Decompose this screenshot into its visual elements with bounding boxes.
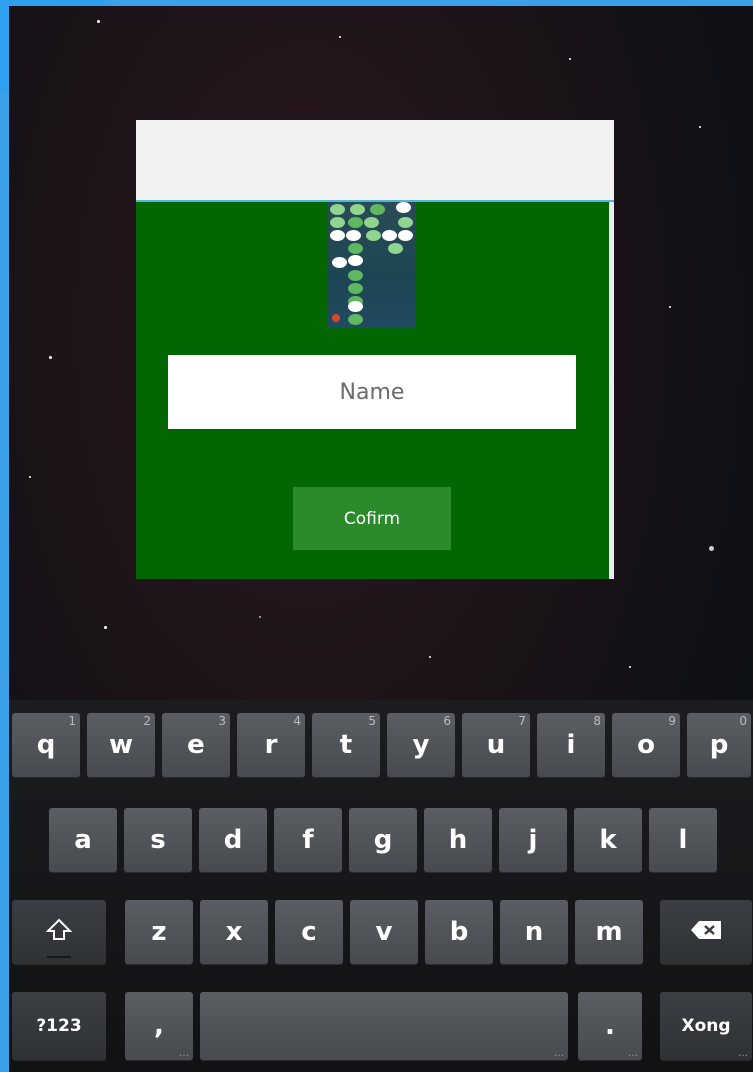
key-k[interactable]: k xyxy=(574,808,642,872)
key-j[interactable]: j xyxy=(499,808,567,872)
comma-key[interactable]: , … xyxy=(125,992,193,1060)
key-number-hint: 7 xyxy=(518,714,526,728)
key-q[interactable]: 1 q xyxy=(12,713,80,777)
key-y[interactable]: 6 y xyxy=(387,713,455,777)
key-x[interactable]: x xyxy=(200,900,268,964)
star xyxy=(569,58,571,60)
name-input[interactable] xyxy=(168,355,576,429)
key-i[interactable]: 8 i xyxy=(537,713,605,777)
frame-accent xyxy=(0,0,9,1072)
key-f[interactable]: f xyxy=(274,808,342,872)
key-e[interactable]: 3 e xyxy=(162,713,230,777)
backspace-key[interactable] xyxy=(660,900,752,964)
key-s[interactable]: s xyxy=(124,808,192,872)
key-m[interactable]: m xyxy=(575,900,643,964)
dialog-header xyxy=(136,120,614,202)
key-h[interactable]: h xyxy=(424,808,492,872)
key-number-hint: 1 xyxy=(68,714,76,728)
period-key[interactable]: . … xyxy=(578,992,642,1060)
star xyxy=(29,476,31,478)
dialog-edge xyxy=(609,202,614,579)
star xyxy=(709,546,714,551)
key-d[interactable]: d xyxy=(199,808,267,872)
star xyxy=(669,306,671,308)
star xyxy=(429,656,431,658)
key-number-hint: 2 xyxy=(143,714,151,728)
key-number-hint: 5 xyxy=(368,714,376,728)
star xyxy=(104,626,107,629)
key-l[interactable]: l xyxy=(649,808,717,872)
key-w[interactable]: 2 w xyxy=(87,713,155,777)
star xyxy=(699,126,701,128)
key-number-hint: 0 xyxy=(739,714,747,728)
backspace-icon xyxy=(689,919,723,945)
key-o[interactable]: 9 o xyxy=(612,713,680,777)
done-key[interactable]: Xong … xyxy=(660,992,752,1060)
key-number-hint: 6 xyxy=(443,714,451,728)
space-key[interactable]: … xyxy=(200,992,568,1060)
symbols-key[interactable]: ?123 xyxy=(12,992,106,1060)
key-p[interactable]: 0 p xyxy=(687,713,751,777)
key-u[interactable]: 7 u xyxy=(462,713,530,777)
name-dialog: Cofirm xyxy=(136,120,614,579)
key-a[interactable]: a xyxy=(49,808,117,872)
key-number-hint: 8 xyxy=(593,714,601,728)
star xyxy=(259,616,261,618)
star xyxy=(629,666,631,668)
soft-keyboard: 1 q 2 w 3 e 4 r 5 t 6 y 7 u 8 i 9 o 0 p … xyxy=(9,700,753,1072)
key-number-hint: 4 xyxy=(293,714,301,728)
key-t[interactable]: 5 t xyxy=(312,713,380,777)
key-z[interactable]: z xyxy=(125,900,193,964)
dialog-body: Cofirm xyxy=(136,202,609,579)
key-n[interactable]: n xyxy=(500,900,568,964)
key-g[interactable]: g xyxy=(349,808,417,872)
key-v[interactable]: v xyxy=(350,900,418,964)
key-c[interactable]: c xyxy=(275,900,343,964)
game-preview-image xyxy=(328,202,416,328)
confirm-button[interactable]: Cofirm xyxy=(293,487,451,550)
star xyxy=(49,356,52,359)
key-r[interactable]: 4 r xyxy=(237,713,305,777)
star xyxy=(97,20,100,23)
key-number-hint: 9 xyxy=(668,714,676,728)
star xyxy=(339,36,341,38)
key-b[interactable]: b xyxy=(425,900,493,964)
key-number-hint: 3 xyxy=(218,714,226,728)
shift-icon xyxy=(45,917,73,947)
shift-key[interactable] xyxy=(12,900,106,964)
